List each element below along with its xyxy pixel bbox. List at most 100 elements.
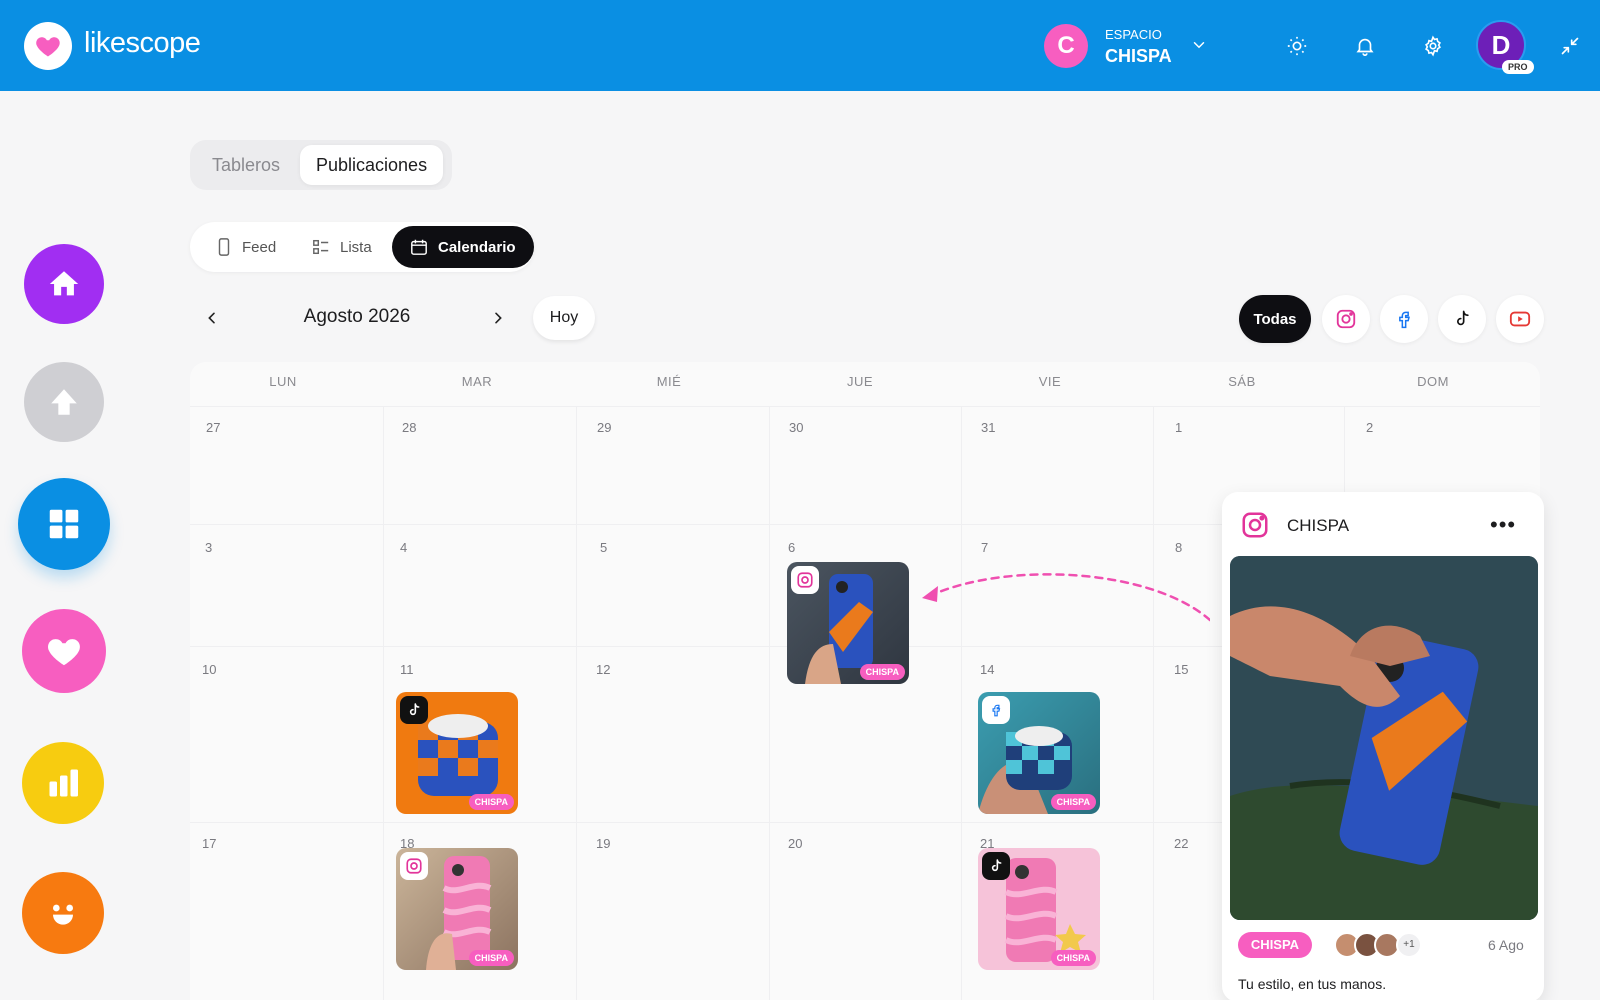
facebook-icon — [982, 696, 1010, 724]
bell-icon[interactable] — [1353, 34, 1377, 58]
post-thumbnail[interactable]: CHISPA — [978, 692, 1100, 814]
post-tag: CHISPA — [468, 794, 514, 810]
sidebar-item-community[interactable] — [22, 872, 104, 954]
facebook-icon — [1399, 311, 1410, 329]
preview-date: 6 Ago — [1488, 937, 1524, 953]
grid-divider — [190, 406, 1540, 407]
day-number[interactable]: 6 — [788, 540, 795, 555]
weekday-header: JUE — [846, 374, 874, 389]
post-tag: CHISPA — [468, 950, 514, 966]
filter-instagram-button[interactable] — [1322, 295, 1370, 343]
post-thumbnail[interactable]: CHISPA — [396, 848, 518, 970]
filter-youtube-button[interactable] — [1496, 295, 1544, 343]
workspace-label: ESPACIO — [1105, 27, 1162, 42]
grid-divider — [383, 406, 384, 1000]
day-number[interactable]: 22 — [1174, 836, 1188, 851]
post-preview-card[interactable]: CHISPA ••• CHISPA +1 6 Ago Tu estilo, en… — [1222, 492, 1544, 1000]
extra-collaborators-count: +1 — [1396, 932, 1422, 958]
day-number[interactable]: 2 — [1366, 420, 1373, 435]
logo-heart-icon[interactable] — [24, 22, 72, 70]
post-thumbnail[interactable]: CHISPA — [396, 692, 518, 814]
workspace-name[interactable]: CHISPA — [1105, 47, 1172, 65]
sidebar-item-boards[interactable] — [18, 478, 110, 570]
brand-name: likescope — [84, 27, 201, 59]
grid-icon — [49, 509, 79, 539]
post-tag: CHISPA — [1050, 950, 1096, 966]
day-number[interactable]: 17 — [202, 836, 216, 851]
workspace-avatar[interactable]: C — [1044, 24, 1088, 68]
sun-icon[interactable] — [1285, 34, 1309, 58]
instagram-icon — [1336, 309, 1356, 329]
youtube-icon — [1509, 311, 1531, 327]
bar-chart-icon — [49, 769, 78, 797]
post-tag: CHISPA — [1050, 794, 1096, 810]
weekday-header: DOM — [1417, 374, 1449, 389]
chevron-down-icon[interactable] — [1190, 36, 1208, 54]
calendar-icon — [411, 239, 427, 255]
tab-publications[interactable]: Publicaciones — [300, 145, 444, 185]
view-feed-button[interactable]: Feed — [198, 226, 294, 268]
day-number[interactable]: 4 — [400, 540, 407, 555]
collapse-icon[interactable] — [1558, 34, 1582, 58]
section-tabs: Tableros Publicaciones — [190, 140, 452, 190]
day-number[interactable]: 14 — [980, 662, 994, 677]
view-feed-label: Feed — [242, 238, 277, 256]
more-options-icon[interactable]: ••• — [1490, 512, 1516, 538]
collaborators-avatars[interactable]: +1 — [1334, 932, 1422, 958]
today-button[interactable]: Hoy — [533, 296, 595, 340]
day-number[interactable]: 1 — [1175, 420, 1182, 435]
view-calendar-button[interactable]: Calendario — [392, 226, 534, 268]
day-number[interactable]: 28 — [402, 420, 416, 435]
chevron-left-icon — [208, 312, 215, 324]
post-thumbnail[interactable]: CHISPA — [787, 562, 909, 684]
pro-badge: PRO — [1502, 60, 1534, 74]
day-number[interactable]: 20 — [788, 836, 802, 851]
day-number[interactable]: 11 — [400, 662, 414, 677]
preview-account-name: CHISPA — [1287, 516, 1350, 535]
home-icon — [49, 271, 79, 296]
filter-facebook-button[interactable] — [1380, 295, 1428, 343]
view-list-button[interactable]: Lista — [294, 226, 390, 268]
heart-icon — [48, 639, 80, 666]
tiktok-icon — [982, 852, 1010, 880]
day-number[interactable]: 15 — [1174, 662, 1188, 677]
weekday-header: VIE — [1038, 374, 1062, 389]
day-number[interactable]: 29 — [597, 420, 611, 435]
list-icon — [313, 239, 329, 255]
sidebar-item-analytics[interactable] — [22, 742, 104, 824]
day-number[interactable]: 3 — [205, 540, 212, 555]
post-tag: CHISPA — [859, 664, 905, 680]
tab-boards[interactable]: Tableros — [196, 145, 296, 185]
day-number[interactable]: 7 — [981, 540, 988, 555]
drag-arrow — [922, 573, 1210, 622]
instagram-icon — [400, 852, 428, 880]
day-number[interactable]: 19 — [596, 836, 610, 851]
day-number[interactable]: 10 — [202, 662, 216, 677]
grid-divider — [769, 406, 770, 1000]
day-number[interactable]: 8 — [1175, 540, 1182, 555]
view-calendar-label: Calendario — [438, 238, 516, 256]
filter-tiktok-button[interactable] — [1438, 295, 1486, 343]
weekday-header: MAR — [461, 374, 493, 389]
gear-icon[interactable] — [1421, 34, 1445, 58]
top-bar: likescope C ESPACIO CHISPA D PRO — [0, 0, 1600, 91]
preview-image — [1230, 556, 1538, 920]
day-number[interactable]: 12 — [596, 662, 610, 677]
tiktok-icon — [1457, 310, 1469, 326]
weekday-header: LUN — [269, 374, 297, 389]
grid-divider — [961, 406, 962, 1000]
day-number[interactable]: 5 — [600, 540, 607, 555]
sidebar-item-upload[interactable] — [24, 362, 104, 442]
prev-month-button[interactable] — [198, 304, 226, 332]
tiktok-icon — [400, 696, 428, 724]
day-number[interactable]: 31 — [981, 420, 995, 435]
sidebar-item-home[interactable] — [24, 244, 104, 324]
instagram-icon — [791, 566, 819, 594]
next-month-button[interactable] — [484, 304, 512, 332]
current-month: Agosto 2026 — [303, 306, 411, 327]
filter-all-button[interactable]: Todas — [1239, 295, 1311, 343]
sidebar-item-likes[interactable] — [22, 609, 106, 693]
day-number[interactable]: 30 — [789, 420, 803, 435]
post-thumbnail[interactable]: CHISPA — [978, 848, 1100, 970]
day-number[interactable]: 27 — [206, 420, 220, 435]
